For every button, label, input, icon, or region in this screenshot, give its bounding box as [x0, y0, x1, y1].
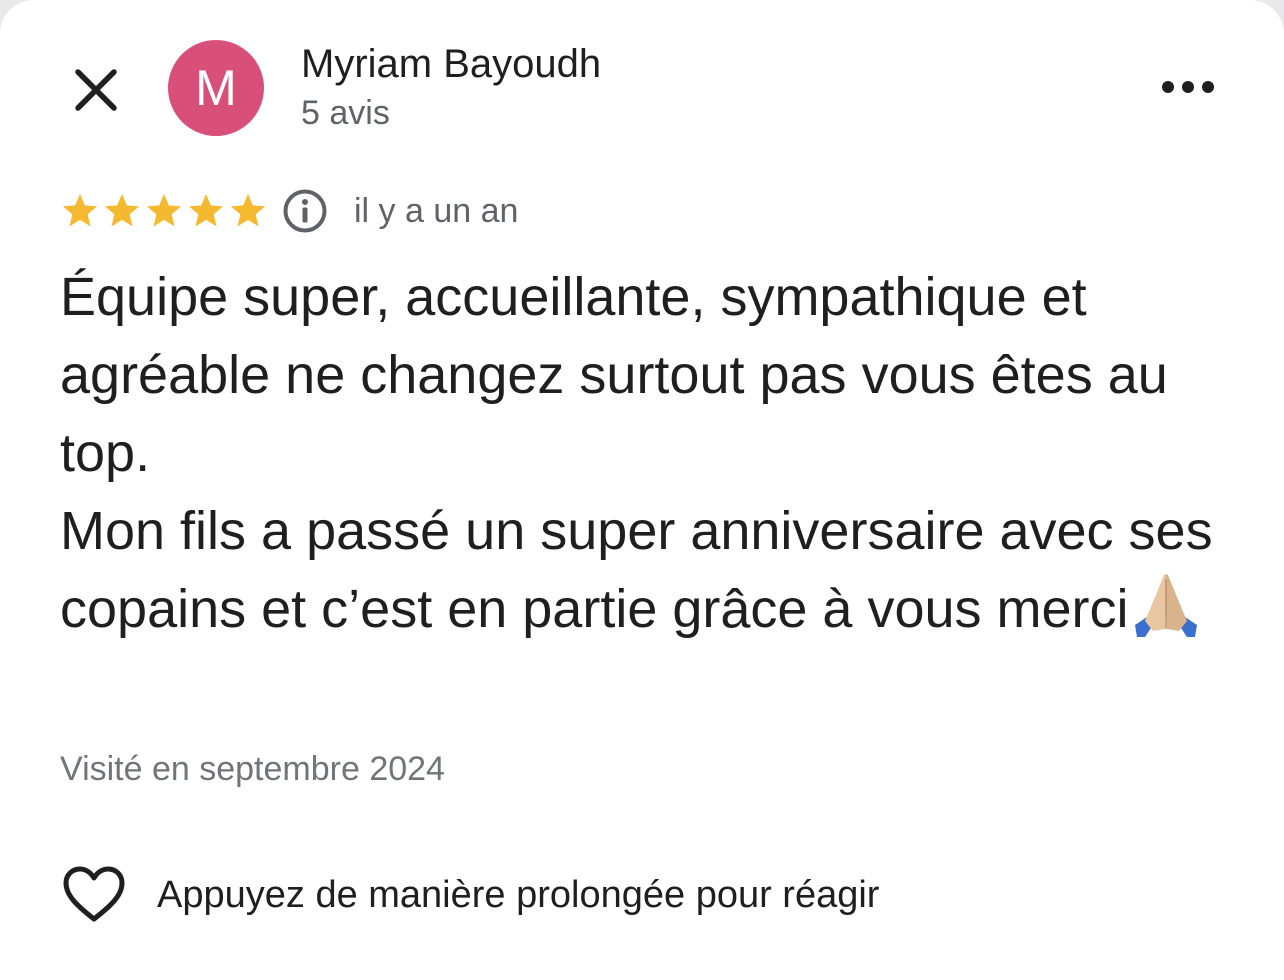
visit-date: Visité en septembre 2024 — [60, 750, 445, 788]
author-name[interactable]: Myriam Bayoudh — [301, 42, 601, 87]
more-options-button[interactable] — [1150, 62, 1226, 112]
star-icon — [63, 194, 97, 227]
star-rating — [60, 191, 268, 231]
rating-row: il y a un an — [60, 186, 518, 236]
close-button[interactable] — [62, 56, 130, 124]
react-button[interactable]: Appuyez de manière prolongée pour réagir — [62, 860, 879, 930]
review-paragraph-2: Mon fils a passé un super anniversaire a… — [60, 492, 1240, 648]
more-options-icon — [1162, 81, 1214, 93]
star-icon — [147, 194, 181, 227]
folded-hands-emoji — [1134, 574, 1197, 637]
review-paragraph: Équipe super, accueillante, sympathique … — [60, 267, 1168, 483]
star-icon — [231, 194, 265, 227]
review-sheet: M Myriam Bayoudh 5 avis il y a un an Équ… — [0, 0, 1284, 980]
heart-icon — [63, 866, 125, 922]
close-icon — [75, 69, 117, 111]
info-icon[interactable] — [282, 188, 328, 234]
react-label: Appuyez de manière prolongée pour réagir — [157, 873, 880, 916]
review-text: Équipe super, accueillante, sympathique … — [60, 258, 1240, 648]
avatar[interactable]: M — [168, 40, 264, 136]
avatar-initial: M — [195, 60, 237, 116]
author-review-count: 5 avis — [301, 94, 390, 132]
review-date: il y a un an — [354, 191, 519, 230]
star-icon — [189, 194, 223, 227]
star-icon — [105, 194, 139, 227]
review-paragraph-text: Mon fils a passé un super anniversaire a… — [60, 501, 1213, 639]
